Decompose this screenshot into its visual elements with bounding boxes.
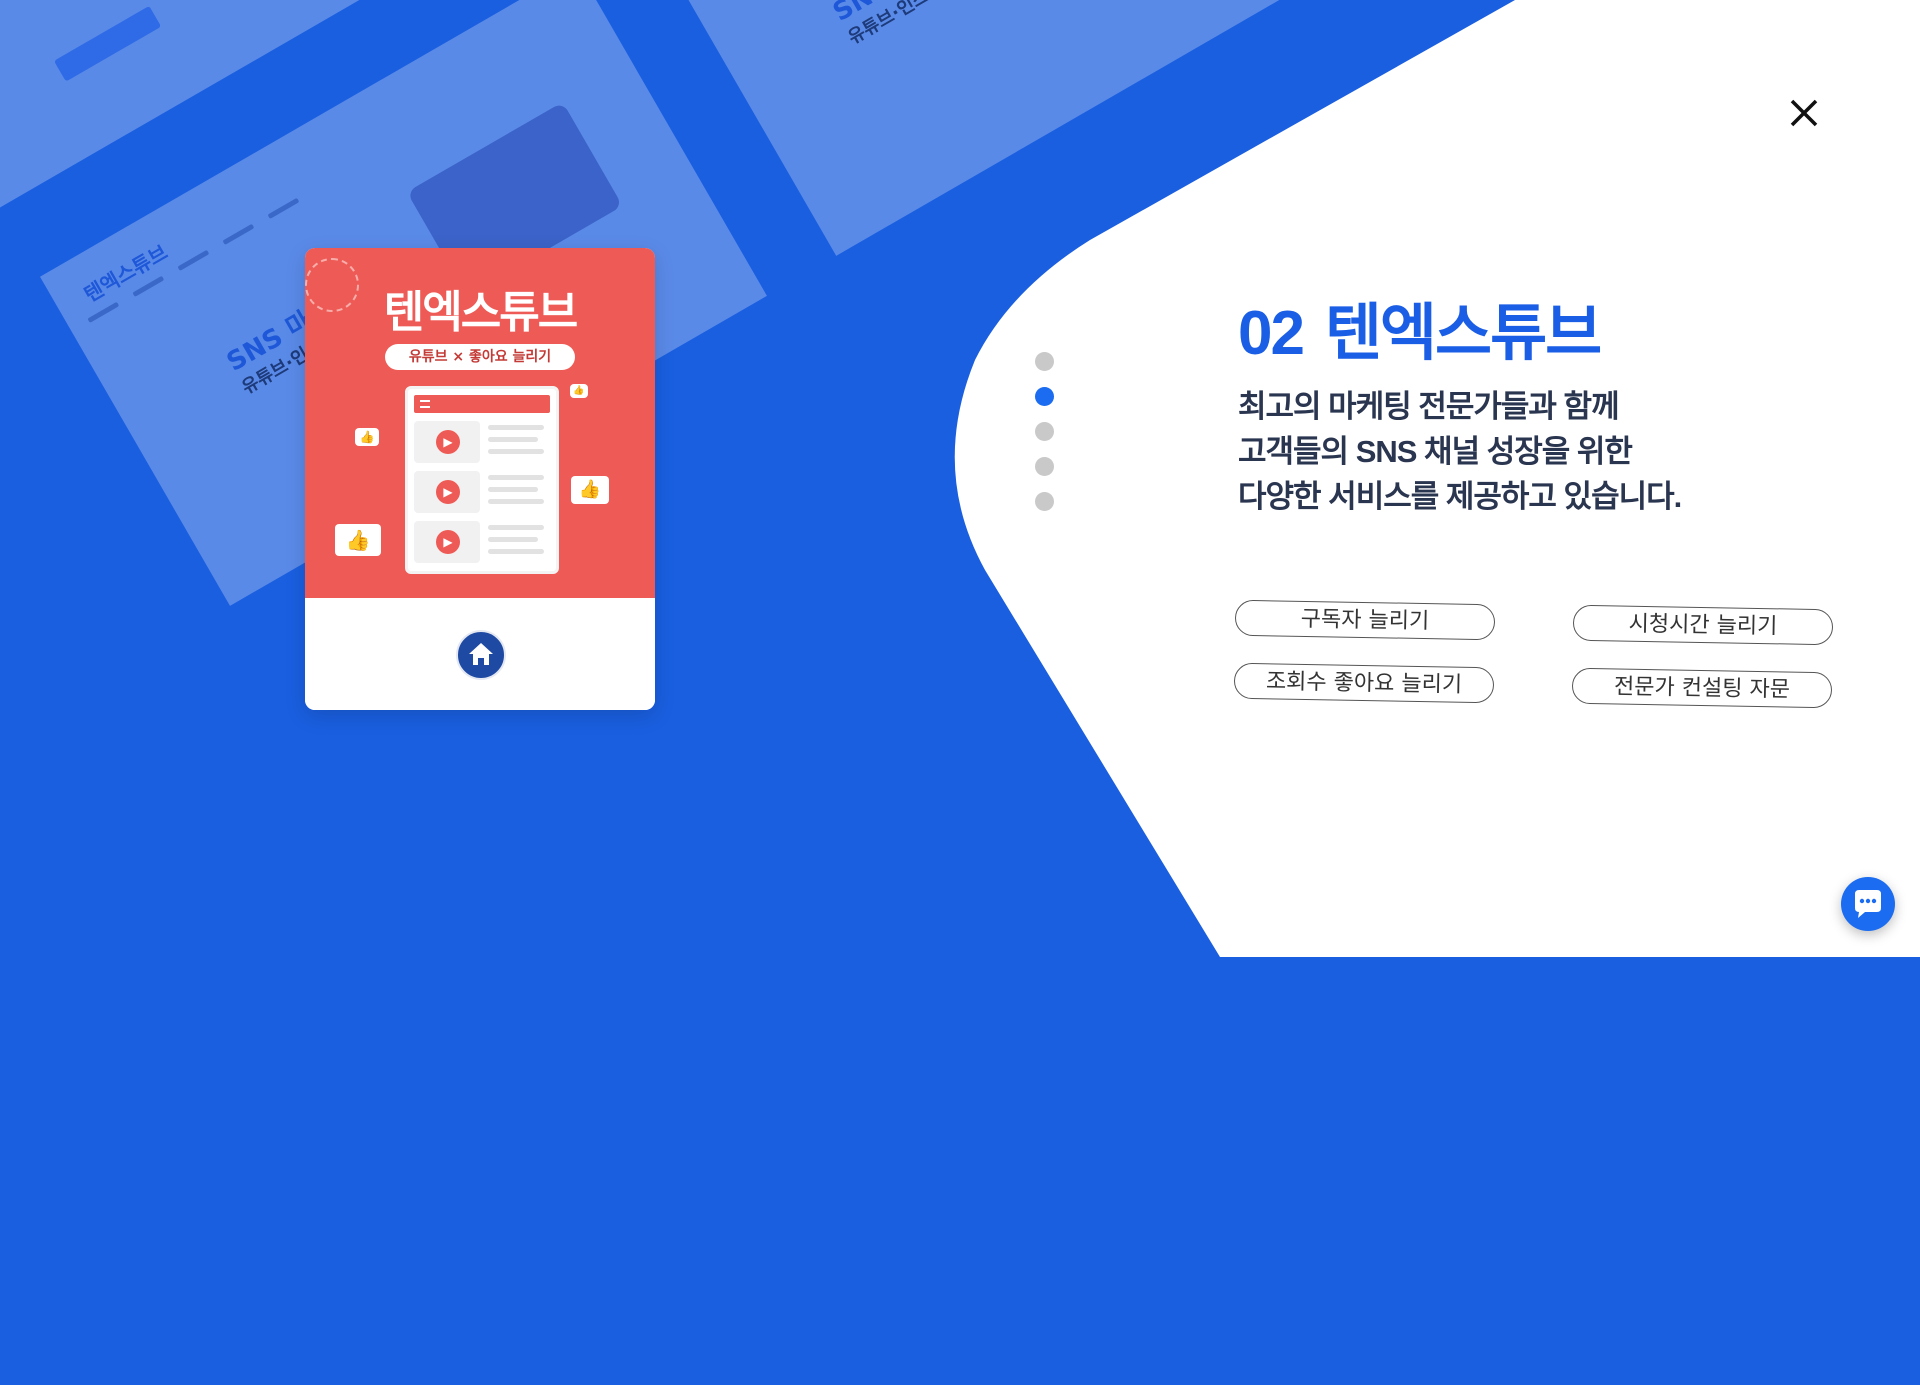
home-button[interactable] (456, 630, 506, 680)
service-consulting-button[interactable]: 전문가 컨설팅 자문 (1571, 667, 1833, 709)
play-icon: ▶ (436, 430, 460, 454)
slide-dot-3[interactable] (1035, 422, 1054, 441)
portfolio-card: 텐엑스튜브 유튜브 × 좋아요 늘리기 ▶ ▶ ▶ 👍 👍 👍 👍 (305, 248, 655, 710)
play-icon: ▶ (436, 480, 460, 504)
video-row: ▶ (414, 521, 550, 563)
video-row: ▶ (414, 421, 550, 463)
tablet-illustration: ▶ ▶ ▶ (405, 386, 559, 574)
card-banner: 텐엑스튜브 유튜브 × 좋아요 늘리기 ▶ ▶ ▶ 👍 👍 👍 👍 (305, 248, 655, 598)
thumb-8: 텐엑스튜브 SNS 마케팅 전문 유튜브·인스타·페이스북 (646, 0, 1374, 256)
slide-dot-4[interactable] (1035, 457, 1054, 476)
home-icon (469, 643, 493, 665)
thumbs-up-icon: 👍 (570, 384, 588, 398)
slide-heading: 02 텐엑스튜브 (1238, 282, 1602, 372)
thumbs-up-icon: 👍 (335, 524, 381, 556)
chat-bubble-icon (1855, 890, 1881, 918)
thumb-subtitle: 유튜브·인스타·페이스북 (6, 0, 174, 1)
thumbs-up-icon: 👍 (355, 428, 379, 446)
slide-dot-1[interactable] (1035, 352, 1054, 371)
thumbs-up-icon: 👍 (571, 476, 609, 504)
close-icon (1790, 99, 1818, 127)
card-tagline: 유튜브 × 좋아요 늘리기 (385, 344, 575, 370)
card-footer (305, 598, 655, 710)
card-title: 텐엑스튜브 (383, 288, 578, 337)
thumb-button (53, 5, 162, 82)
video-row: ▶ (414, 471, 550, 513)
slide-number: 02 (1238, 299, 1305, 368)
service-subscribers-button[interactable]: 구독자 늘리기 (1234, 599, 1496, 641)
menu-icon (414, 395, 550, 413)
slide-dot-5[interactable] (1035, 492, 1054, 511)
service-views-likes-button[interactable]: 조회수 좋아요 늘리기 (1233, 662, 1495, 704)
chat-button[interactable] (1841, 877, 1895, 931)
play-icon: ▶ (436, 530, 460, 554)
description-line: 고객들의 SNS 채널 성장을 위한 (1238, 434, 1633, 469)
slide-dot-2-active[interactable] (1035, 387, 1054, 406)
description-line: 다양한 서비스를 제공하고 있습니다. (1238, 479, 1682, 514)
slide-title: 텐엑스튜브 (1324, 299, 1602, 368)
service-watchtime-button[interactable]: 시청시간 늘리기 (1572, 604, 1834, 646)
slide-pagination (1035, 352, 1054, 511)
description-line: 최고의 마케팅 전문가들과 함께 (1238, 389, 1620, 424)
close-button[interactable] (1787, 96, 1821, 130)
slide-description: 최고의 마케팅 전문가들과 함께 고객들의 SNS 채널 성장을 위한 다양한 … (1238, 384, 1682, 519)
